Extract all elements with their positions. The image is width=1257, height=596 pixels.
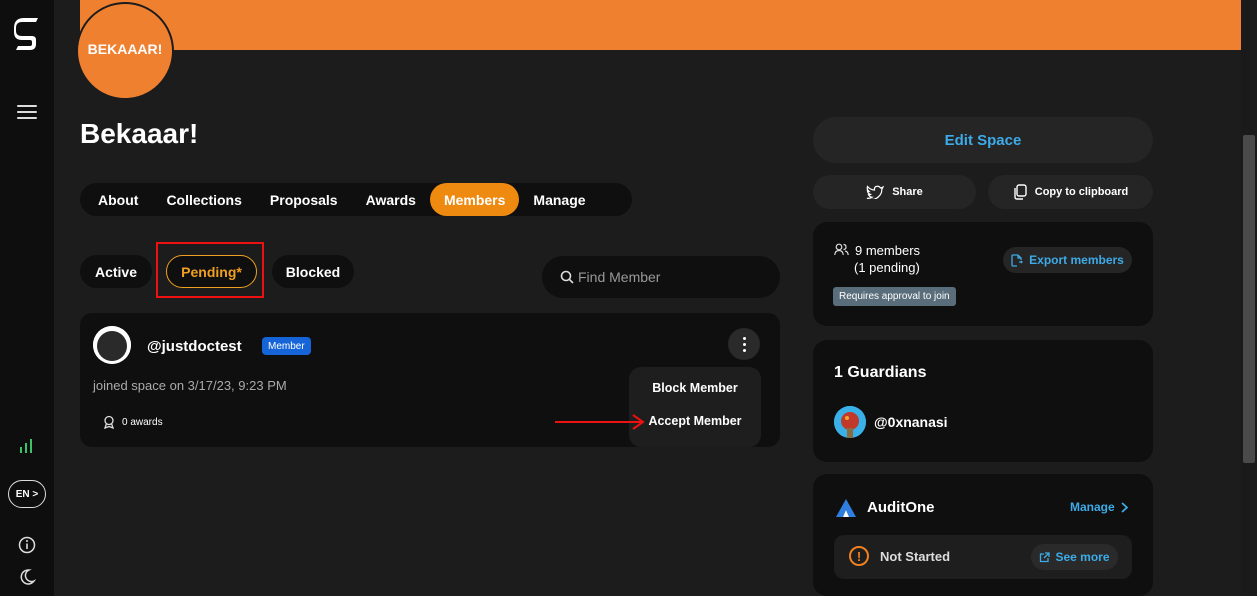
warning-icon: ! xyxy=(849,546,869,566)
members-count: 9 members xyxy=(834,243,920,258)
guardian-avatar[interactable] xyxy=(834,406,866,438)
tab-collections[interactable]: Collections xyxy=(152,183,255,216)
external-link-icon xyxy=(1040,551,1051,562)
member-card: @justdoctest Member joined space on 3/17… xyxy=(80,313,780,447)
scrollbar-thumb[interactable] xyxy=(1243,135,1255,463)
members-summary-card: 9 members (1 pending) Requires approval … xyxy=(813,222,1153,326)
sharkdao-logo-icon[interactable] xyxy=(12,18,42,54)
filter-active[interactable]: Active xyxy=(80,255,152,288)
tab-about[interactable]: About xyxy=(84,183,152,216)
space-tabs: About Collections Proposals Awards Membe… xyxy=(80,183,632,216)
language-selector[interactable]: EN > xyxy=(8,480,46,508)
chevron-right-icon xyxy=(1121,501,1128,513)
hamburger-icon[interactable] xyxy=(17,105,37,121)
member-search xyxy=(542,256,780,298)
space-avatar-text: BEKAAAR! xyxy=(87,41,163,57)
member-role-badge: Member xyxy=(262,337,311,355)
members-count-label: 9 members xyxy=(855,243,921,258)
copy-to-clipboard-button[interactable]: Copy to clipboard xyxy=(988,175,1153,209)
audit-manage-label: Manage xyxy=(1070,500,1115,514)
awards-count: 0 awards xyxy=(122,416,163,428)
requires-approval-badge: Requires approval to join xyxy=(833,287,956,306)
see-more-label: See more xyxy=(1055,550,1110,564)
search-input[interactable] xyxy=(578,269,758,285)
tab-members[interactable]: Members xyxy=(429,183,520,216)
award-icon xyxy=(103,415,115,429)
left-sidebar: EN > xyxy=(0,0,54,596)
twitter-icon xyxy=(866,185,885,199)
member-context-menu: Block Member Accept Member xyxy=(629,367,761,447)
member-handle[interactable]: @justdoctest xyxy=(147,338,242,355)
annotation-arrow xyxy=(555,414,645,430)
guardian-handle[interactable]: @0xnanasi xyxy=(874,414,948,430)
avatar xyxy=(93,326,131,364)
annotation-highlight-box xyxy=(156,242,264,298)
filter-blocked[interactable]: Blocked xyxy=(272,255,354,288)
audit-status: Not Started xyxy=(880,549,951,564)
members-pending-label: (1 pending) xyxy=(854,260,920,275)
audit-status-box: ! Not Started See more xyxy=(834,535,1132,579)
auditone-logo-icon xyxy=(836,499,856,517)
bar-chart-icon[interactable] xyxy=(18,438,34,454)
copy-icon xyxy=(1014,184,1027,200)
guardians-title: 1 Guardians xyxy=(834,364,927,381)
block-member-option[interactable]: Block Member xyxy=(629,381,761,395)
tab-awards[interactable]: Awards xyxy=(352,183,430,216)
space-banner xyxy=(80,0,1241,50)
share-label: Share xyxy=(892,186,923,198)
space-avatar: BEKAAAR! xyxy=(76,2,174,100)
search-icon xyxy=(560,270,574,284)
see-more-button[interactable]: See more xyxy=(1031,544,1118,570)
accept-member-option[interactable]: Accept Member xyxy=(629,414,761,428)
users-icon xyxy=(834,243,849,256)
export-members-button[interactable]: Export members xyxy=(1003,247,1132,273)
guardian-avatar-image xyxy=(834,406,866,438)
export-members-label: Export members xyxy=(1029,253,1124,267)
tab-manage[interactable]: Manage xyxy=(519,183,599,216)
page-title: Bekaaar! xyxy=(80,118,199,149)
audit-title: AuditOne xyxy=(867,499,935,516)
app-root: EN > BEKAAAR! Bekaaar! About Collections… xyxy=(0,0,1257,596)
page-scrollbar[interactable] xyxy=(1241,0,1257,596)
member-options-button[interactable] xyxy=(728,328,760,360)
user-silhouette-icon xyxy=(93,326,131,364)
member-awards: 0 awards xyxy=(102,415,163,429)
copy-label: Copy to clipboard xyxy=(1034,186,1129,198)
export-icon xyxy=(1011,253,1024,267)
tab-proposals[interactable]: Proposals xyxy=(256,183,352,216)
edit-space-button[interactable]: Edit Space xyxy=(813,117,1153,163)
guardians-card: 1 Guardians @0xnanasi xyxy=(813,340,1153,462)
info-icon[interactable] xyxy=(18,536,36,554)
member-joined-date: joined space on 3/17/23, 9:23 PM xyxy=(93,378,287,393)
audit-manage-link[interactable]: Manage xyxy=(1070,500,1128,514)
audit-card: AuditOne Manage ! Not Started See more xyxy=(813,474,1153,596)
moon-icon[interactable] xyxy=(18,568,36,586)
share-button[interactable]: Share xyxy=(813,175,976,209)
